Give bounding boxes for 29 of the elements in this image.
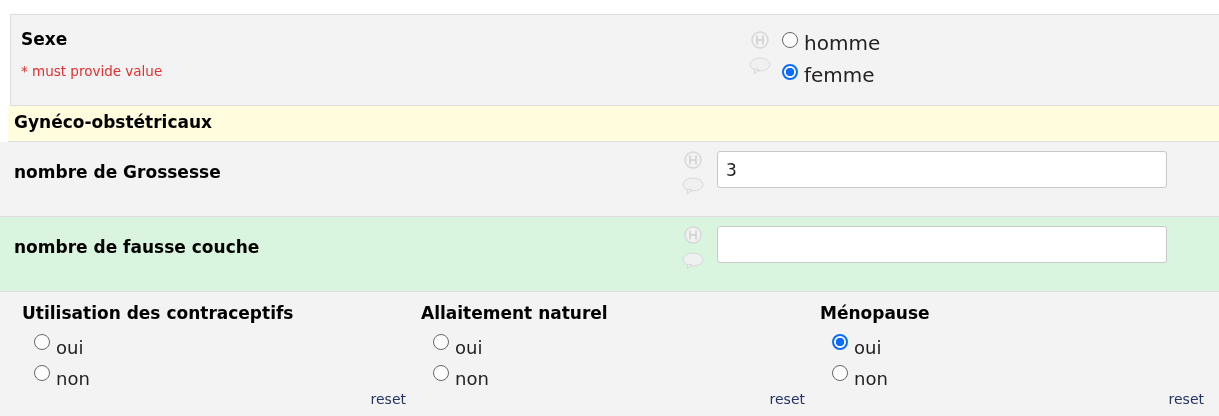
reset-link[interactable]: reset	[1168, 391, 1204, 407]
field-label: nombre de Grossesse	[14, 162, 222, 182]
text-input[interactable]	[717, 226, 1167, 263]
option-label[interactable]: non	[56, 368, 90, 389]
option-label[interactable]: femme	[804, 63, 875, 87]
radio-button[interactable]	[782, 64, 798, 80]
question-label: Utilisation des contraceptifs	[22, 303, 295, 323]
field-label: Sexe	[21, 29, 69, 49]
text-input[interactable]: 3	[717, 151, 1167, 188]
reset-link[interactable]: reset	[769, 391, 805, 407]
radio-button[interactable]	[832, 364, 848, 381]
section-header: Gynéco-obstétricaux	[8, 106, 1219, 142]
radio-button[interactable]	[433, 333, 449, 350]
radio-button[interactable]	[433, 364, 449, 381]
field-label: nombre de fausse couche	[14, 237, 261, 257]
option-label[interactable]: non	[455, 368, 489, 389]
radio-button[interactable]	[782, 32, 798, 48]
required-note: * must provide value	[21, 63, 164, 79]
radio-button[interactable]	[832, 333, 848, 350]
option-label[interactable]: homme	[804, 31, 881, 55]
reset-link[interactable]: reset	[370, 391, 406, 407]
question-label: Allaitement naturel	[421, 303, 609, 323]
option-label[interactable]: oui	[56, 337, 84, 358]
option-label[interactable]: oui	[854, 337, 882, 358]
radio-button[interactable]	[34, 333, 50, 350]
radio-button[interactable]	[34, 364, 50, 381]
question-label: Ménopause	[820, 303, 931, 323]
option-label[interactable]: non	[854, 368, 888, 389]
option-label[interactable]: oui	[455, 337, 483, 358]
